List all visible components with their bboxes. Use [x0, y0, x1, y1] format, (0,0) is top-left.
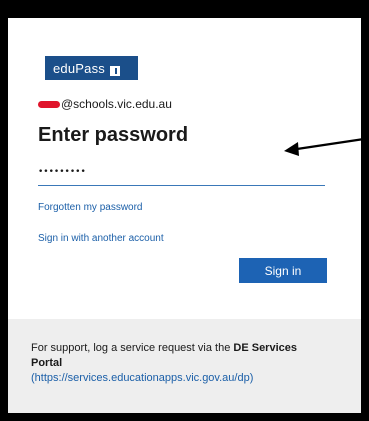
support-message: For support, log a service request via t…	[31, 341, 331, 386]
support-portal-link[interactable]: (https://services.educationapps.vic.gov.…	[31, 372, 253, 384]
email-domain: @schools.vic.edu.au	[61, 97, 172, 111]
edupass-logo: eduPass	[45, 56, 138, 80]
page-title: Enter password	[38, 124, 189, 146]
redacted-username	[38, 100, 60, 108]
account-email: @schools.vic.edu.au	[38, 96, 172, 112]
support-prefix: For support, log a service request via t…	[31, 342, 234, 354]
logo-mark-icon	[110, 63, 120, 76]
logo-text: eduPass	[53, 60, 105, 76]
signin-card: eduPass @schools.vic.edu.au Enter passwo…	[8, 18, 361, 413]
forgot-password-link[interactable]: Forgotten my password	[38, 202, 143, 213]
password-input[interactable]	[38, 159, 325, 186]
support-panel: For support, log a service request via t…	[8, 319, 361, 413]
signin-button[interactable]: Sign in	[239, 258, 327, 283]
other-account-link[interactable]: Sign in with another account	[38, 233, 164, 244]
